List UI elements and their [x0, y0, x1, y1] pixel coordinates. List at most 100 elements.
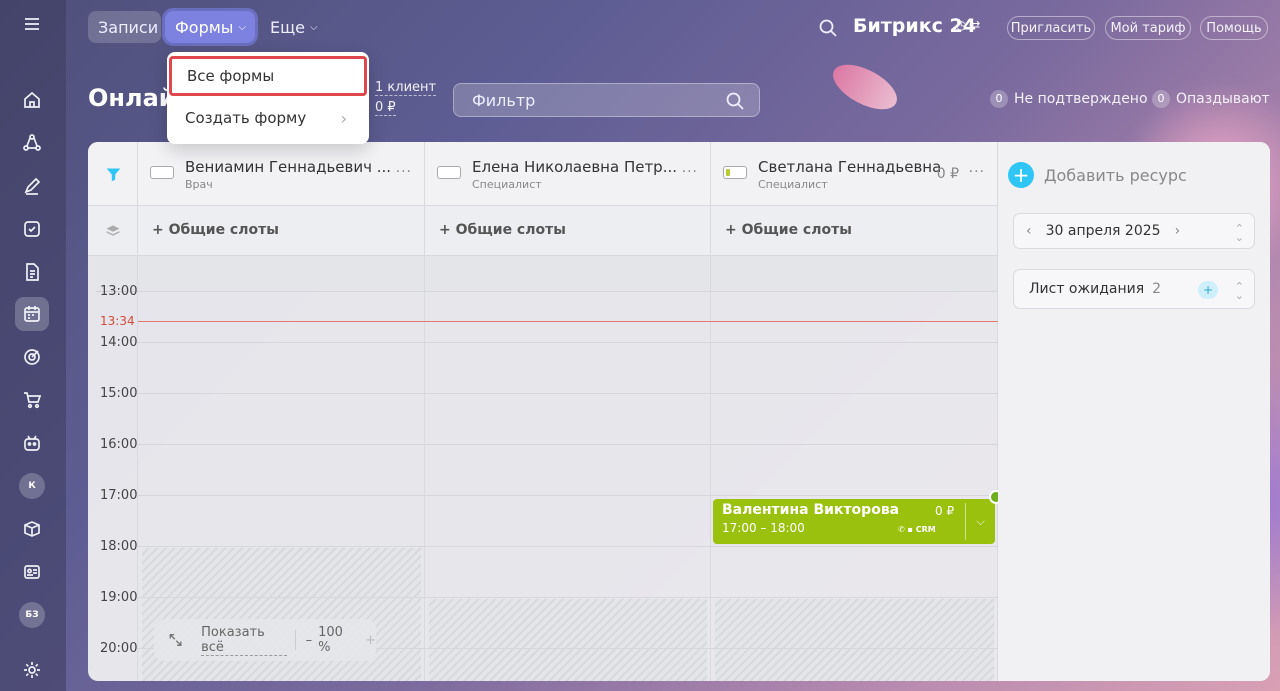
label: Не подтверждено — [1014, 91, 1148, 107]
menu-item-all-forms[interactable]: Все формы — [169, 56, 367, 96]
slots-label: + Общие слоты — [725, 222, 852, 238]
search-icon[interactable] — [725, 91, 745, 111]
waitlist-label: Лист ожидания — [1029, 281, 1145, 297]
search-icon[interactable] — [818, 18, 838, 38]
resource-price: 0 ₽ — [936, 166, 959, 182]
gear-icon[interactable] — [15, 653, 49, 687]
chevron-left-icon[interactable]: ‹ — [1026, 223, 1032, 239]
add-resource-label: Добавить ресурс — [1044, 165, 1187, 185]
waitlist-box[interactable]: Лист ожидания 2 + ⌃ ⌄ — [1013, 269, 1255, 309]
chevron-right-icon[interactable]: › — [1175, 223, 1181, 239]
hour-label: 15:00 — [100, 386, 138, 401]
chevron-down-icon: ⌵ — [238, 21, 247, 33]
crm-icon[interactable]: ✆ ▪ CRM — [898, 525, 936, 534]
show-all-link[interactable]: Показать всё — [201, 625, 287, 656]
target-icon[interactable] — [15, 340, 49, 374]
avatar[interactable]: БЗ — [19, 602, 45, 628]
pen-icon[interactable] — [15, 169, 49, 203]
more-icon[interactable]: ··· — [682, 164, 698, 180]
booking-card[interactable]: Валентина Викторова 17:00 – 18:00 0 ₽ ✆ … — [713, 499, 995, 544]
hour-label: 14:00 — [100, 335, 138, 350]
zoom-value: 100 % — [318, 625, 343, 655]
avatar[interactable]: К — [19, 473, 45, 499]
resource-role: Врач — [185, 178, 213, 191]
calendar-icon[interactable] — [15, 297, 49, 331]
menu-icon[interactable] — [15, 7, 49, 41]
unavailable-slot — [715, 599, 994, 681]
help-button[interactable]: Помощь — [1200, 16, 1268, 40]
slots-label: + Общие слоты — [439, 222, 566, 238]
right-panel: + Добавить ресурс ‹ 30 апреля 2025 › ⌃ ⌄ … — [998, 142, 1270, 681]
hour-line — [138, 495, 998, 496]
tab-forms[interactable]: Формы ⌵ — [162, 8, 258, 46]
expand-icon[interactable] — [168, 632, 183, 648]
hour-line — [138, 444, 998, 445]
hour-label: 13:00 — [100, 284, 138, 299]
date-picker[interactable]: ‹ 30 апреля 2025 › ⌃ ⌄ — [1013, 213, 1255, 249]
shared-slots-button[interactable]: + Общие слоты — [425, 206, 711, 256]
resource-header[interactable]: Светлана Геннадьевна Специалист 0 ₽ ··· — [711, 142, 998, 206]
late-badge[interactable]: 0 Опаздывают — [1152, 90, 1270, 108]
home-icon[interactable] — [15, 83, 49, 117]
doc-icon[interactable] — [15, 255, 49, 289]
clock-icon[interactable]: ◷ ⇄ — [956, 18, 980, 32]
chevron-right-icon: › — [340, 109, 347, 128]
tab-more[interactable]: Еще ⌵ — [260, 11, 324, 43]
hour-label: 16:00 — [100, 437, 138, 452]
hour-line — [138, 291, 998, 292]
current-time-label: 13:34 — [100, 314, 135, 328]
layers-icon[interactable] — [105, 223, 121, 239]
filter-input[interactable]: Фильтр — [453, 83, 760, 117]
left-sidebar: К БЗ — [0, 0, 66, 691]
resource-name: Светлана Геннадьевна — [758, 158, 942, 176]
date-label: 30 апреля 2025 — [1045, 223, 1161, 239]
menu-item-create-form[interactable]: Создать форму › — [167, 98, 369, 138]
hour-label: 18:00 — [100, 539, 138, 554]
updown-icon[interactable]: ⌃ ⌄ — [1235, 223, 1244, 243]
zoom-bar: Показать всё – 100 % + — [154, 619, 376, 661]
battery-icon — [723, 166, 747, 179]
box-icon[interactable] — [15, 512, 49, 546]
clients-count[interactable]: 1 клиент — [375, 80, 437, 96]
resource-header[interactable]: Елена Николаевна Петр... Специалист ··· — [425, 142, 711, 206]
booking-time: 17:00 – 18:00 — [722, 521, 805, 535]
shared-slots-button[interactable]: + Общие слоты — [138, 206, 425, 256]
tab-records[interactable]: Записи — [88, 11, 161, 43]
label: Опаздывают — [1176, 91, 1270, 107]
updown-icon[interactable]: ⌃ ⌄ — [1235, 281, 1244, 301]
plus-icon[interactable]: + — [1198, 281, 1218, 299]
card-icon[interactable] — [15, 555, 49, 589]
cart-icon[interactable] — [15, 383, 49, 417]
more-icon[interactable]: ··· — [969, 164, 985, 180]
sum-value[interactable]: 0 ₽ — [375, 100, 396, 116]
unconfirmed-badge[interactable]: 0 Не подтверждено — [990, 90, 1148, 108]
unavailable-slot — [429, 599, 707, 681]
menu-item-label: Создать форму — [185, 109, 307, 127]
divider — [294, 630, 296, 650]
count: 0 — [990, 90, 1008, 108]
invite-button[interactable]: Пригласить — [1007, 16, 1095, 40]
waitlist-count: 2 — [1152, 281, 1162, 297]
share-icon[interactable] — [15, 126, 49, 160]
checkbox-icon[interactable] — [15, 212, 49, 246]
zoom-in-button[interactable]: + — [365, 633, 376, 648]
filter-placeholder: Фильтр — [472, 90, 536, 110]
layers-cell[interactable] — [88, 206, 138, 256]
zoom-out-button[interactable]: – — [306, 633, 313, 648]
resource-header[interactable]: Вениамин Геннадьевич ... Врач ··· — [138, 142, 425, 206]
client-name: Валентина Викторова — [722, 502, 900, 518]
chevron-down-icon[interactable]: ⌵ — [965, 503, 995, 540]
tariff-button[interactable]: Мой тариф — [1105, 16, 1191, 40]
crm-label: CRM — [915, 525, 936, 534]
plus-icon: + — [1008, 162, 1034, 188]
shared-slots-button[interactable]: + Общие слоты — [711, 206, 998, 256]
resource-name: Вениамин Геннадьевич ... — [185, 158, 392, 176]
robot-icon[interactable] — [15, 426, 49, 460]
hour-label: 17:00 — [100, 488, 138, 503]
funnel-icon[interactable] — [105, 166, 122, 183]
filter-cell[interactable] — [88, 142, 138, 206]
background-petal — [826, 55, 904, 119]
add-resource-button[interactable]: + Добавить ресурс — [1008, 162, 1187, 188]
more-icon[interactable]: ··· — [396, 164, 412, 180]
page-title: Онлай — [88, 84, 176, 112]
